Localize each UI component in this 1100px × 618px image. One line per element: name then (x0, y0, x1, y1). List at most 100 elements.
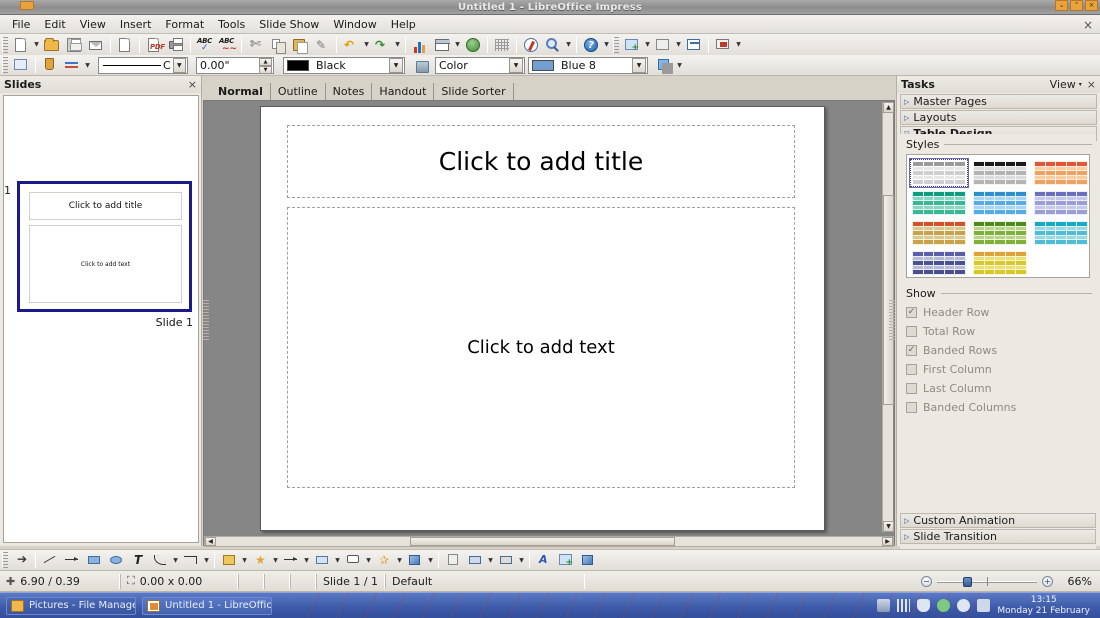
horizontal-scrollbar[interactable]: ◀ ▶ (204, 536, 894, 547)
tab-outline[interactable]: Outline (271, 83, 326, 100)
callout-icon[interactable] (343, 551, 363, 570)
line-color-dropdown-icon[interactable]: ▼ (389, 58, 403, 73)
table-style-indigo-style[interactable] (910, 249, 968, 277)
scroll-up-icon[interactable]: ▲ (883, 102, 894, 113)
document-close-icon[interactable]: × (1083, 18, 1093, 32)
clone-formatting-icon[interactable]: ✎ (312, 35, 332, 54)
3d-objects-icon[interactable] (405, 551, 425, 570)
menu-view[interactable]: View (73, 16, 113, 33)
zoom-in-icon[interactable]: + (1042, 576, 1053, 587)
flowchart-dropdown-icon[interactable]: ▼ (333, 551, 342, 570)
rotate-icon[interactable] (443, 551, 463, 570)
menu-edit[interactable]: Edit (37, 16, 72, 33)
stars-dropdown-icon[interactable]: ▼ (395, 551, 404, 570)
table-style-default-style[interactable] (910, 159, 968, 187)
tab-handout[interactable]: Handout (372, 83, 434, 100)
extrusion-icon[interactable] (578, 551, 598, 570)
section-custom-animation[interactable]: ▷ Custom Animation (900, 513, 1096, 528)
show-option-last-column[interactable]: Last Column (906, 379, 1090, 398)
area-style-icon[interactable] (411, 56, 431, 75)
area-style-dropdown-icon[interactable]: ▼ (509, 58, 523, 73)
master-slide-icon[interactable] (684, 35, 704, 54)
ellipse-icon[interactable] (106, 551, 126, 570)
basic-shapes-icon[interactable] (219, 551, 239, 570)
basic-shapes-dropdown-icon[interactable]: ▼ (240, 551, 249, 570)
scroll-right-icon[interactable]: ▶ (882, 537, 893, 546)
curve-dropdown-icon[interactable]: ▼ (171, 551, 180, 570)
show-option-first-column[interactable]: First Column (906, 360, 1090, 379)
navigator-icon[interactable] (521, 35, 541, 54)
slide-thumbnail-1[interactable]: Click to add title Click to add text (17, 181, 192, 312)
tasks-view-button[interactable]: View (1050, 78, 1076, 91)
menu-format[interactable]: Format (158, 16, 211, 33)
toolbar-grip[interactable] (613, 37, 619, 53)
taskbar-clock[interactable]: 13:15 Monday 21 February (997, 595, 1094, 617)
curve-icon[interactable] (150, 551, 170, 570)
menu-help[interactable]: Help (384, 16, 423, 33)
arrow-style-dropdown-icon[interactable]: ▼ (83, 56, 92, 75)
connector-dropdown-icon[interactable]: ▼ (202, 551, 211, 570)
table-style-green-style[interactable] (971, 219, 1029, 247)
table-styles-grid[interactable] (906, 154, 1090, 278)
volume-icon[interactable] (877, 599, 890, 612)
print-icon[interactable] (166, 35, 186, 54)
tab-notes[interactable]: Notes (326, 83, 373, 100)
area-color-dropdown-icon[interactable]: ▼ (632, 58, 646, 73)
start-slideshow-icon[interactable] (713, 35, 733, 54)
tasks-view-dropdown-icon[interactable]: ▾ (1079, 81, 1082, 88)
zoom-slider[interactable] (937, 576, 1037, 587)
paint-bucket-icon[interactable] (40, 56, 60, 75)
new-document-icon[interactable] (11, 35, 31, 54)
fontwork-icon[interactable]: A (534, 551, 554, 570)
line-width-input[interactable]: 0.00" ▲▼ (196, 57, 274, 74)
maximize-button[interactable]: ⌃ (1070, 0, 1083, 11)
table-style-lavender-style[interactable] (1032, 189, 1090, 217)
cut-icon[interactable]: ✄ (246, 35, 266, 54)
email-document-icon[interactable] (86, 35, 106, 54)
table-style-teal-style[interactable] (910, 189, 968, 217)
align-icon[interactable] (465, 551, 485, 570)
3d-objects-dropdown-icon[interactable]: ▼ (426, 551, 435, 570)
export-pdf-icon[interactable]: PDF (144, 35, 164, 54)
menu-tools[interactable]: Tools (211, 16, 252, 33)
slideshow-dropdown-icon[interactable]: ▼ (734, 35, 743, 54)
new-document-dropdown-icon[interactable]: ▼ (32, 35, 41, 54)
zoom-dropdown-icon[interactable]: ▼ (564, 35, 573, 54)
align-dropdown-icon[interactable]: ▼ (486, 551, 495, 570)
slide-edit-area[interactable]: Click to add title Click to add text ▲ ▼ (203, 100, 895, 546)
taskbar-item-file-manager[interactable]: Pictures - File Manager (6, 597, 136, 615)
line-width-stepper[interactable]: ▲▼ (259, 58, 272, 73)
block-arrows-icon[interactable] (281, 551, 301, 570)
toolbar-grip[interactable] (2, 552, 8, 568)
table-style-orange-style[interactable] (1032, 159, 1090, 187)
line-icon[interactable] (40, 551, 60, 570)
display-grid-icon[interactable] (492, 35, 512, 54)
scroll-left-icon[interactable]: ◀ (205, 537, 216, 546)
symbol-shapes-dropdown-icon[interactable]: ▼ (271, 551, 280, 570)
scroll-down-icon[interactable]: ▼ (883, 521, 894, 532)
symbol-shapes-icon[interactable]: ★ (250, 551, 270, 570)
redo-dropdown-icon[interactable]: ▼ (393, 35, 402, 54)
table-style-red-earth-style[interactable] (910, 219, 968, 247)
slides-panel-close-icon[interactable]: × (188, 78, 197, 91)
show-option-banded-rows[interactable]: ✓Banded Rows (906, 341, 1090, 360)
arrange-icon[interactable] (496, 551, 516, 570)
copy-icon[interactable] (268, 35, 288, 54)
arrow-style-icon[interactable] (62, 56, 82, 75)
table-style-gold-style[interactable] (971, 249, 1029, 277)
autospellcheck-icon[interactable]: ABC∼∼ (217, 35, 237, 54)
block-arrows-dropdown-icon[interactable]: ▼ (302, 551, 311, 570)
help-dropdown-icon[interactable]: ▼ (602, 35, 611, 54)
select-icon[interactable]: ➔ (11, 551, 31, 570)
checkbox[interactable] (906, 383, 917, 394)
section-slide-transition[interactable]: ▷ Slide Transition (900, 529, 1096, 544)
paste-icon[interactable] (290, 35, 310, 54)
checkbox[interactable]: ✓ (906, 345, 917, 356)
help-icon[interactable]: ? (581, 35, 601, 54)
menu-file[interactable]: File (5, 16, 37, 33)
callout-dropdown-icon[interactable]: ▼ (364, 551, 373, 570)
checkbox[interactable]: ✓ (906, 307, 917, 318)
arrow-icon[interactable] (62, 551, 82, 570)
table-style-cyan-style[interactable] (1032, 219, 1090, 247)
tasks-panel-close-icon[interactable]: × (1087, 78, 1096, 91)
